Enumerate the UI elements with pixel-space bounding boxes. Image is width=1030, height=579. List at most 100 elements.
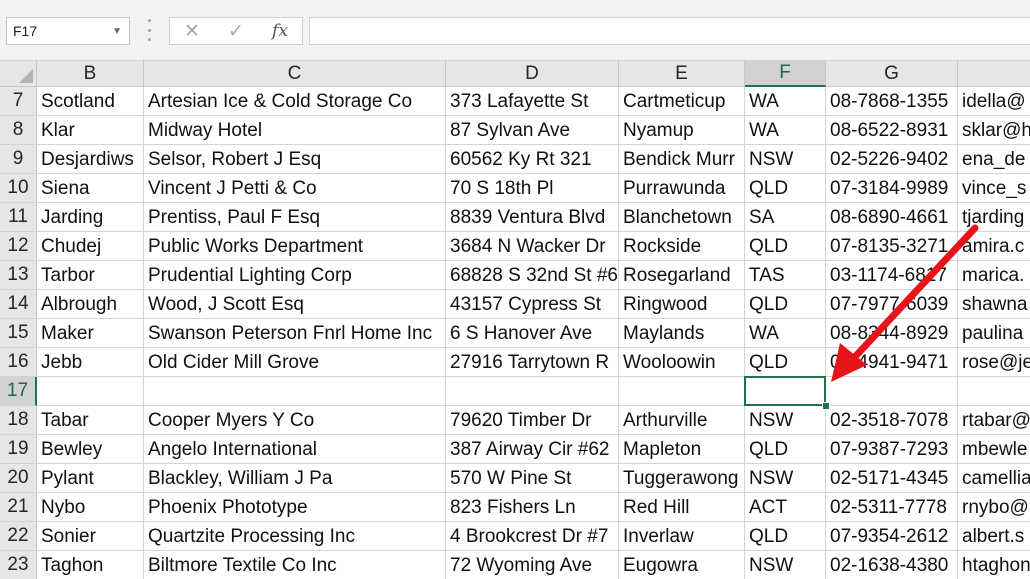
cell-d11[interactable]: 8839 Ventura Blvd [446,203,619,232]
row-header-16[interactable]: 16 [0,348,37,377]
cell-e20[interactable]: Tuggerawong [619,464,745,493]
cell-c11[interactable]: Prentiss, Paul F Esq [144,203,446,232]
cell-f23[interactable]: NSW [745,551,826,579]
cell-e13[interactable]: Rosegarland [619,261,745,290]
row-header-8[interactable]: 8 [0,116,37,145]
cell-e11[interactable]: Blanchetown [619,203,745,232]
cell-h12[interactable]: amira.c [958,232,1030,261]
cell-d22[interactable]: 4 Brookcrest Dr #7 [446,522,619,551]
cell-g8[interactable]: 08-6522-8931 [826,116,958,145]
cell-g16[interactable]: 07-4941-9471 [826,348,958,377]
row-header-22[interactable]: 22 [0,522,37,551]
cell-e12[interactable]: Rockside [619,232,745,261]
name-box[interactable]: F17 ▼ [6,17,130,45]
cell-f21[interactable]: ACT [745,493,826,522]
cell-c15[interactable]: Swanson Peterson Fnrl Home Inc [144,319,446,348]
grip-icon[interactable] [146,19,152,41]
cell-g21[interactable]: 02-5311-7778 [826,493,958,522]
row-header-14[interactable]: 14 [0,290,37,319]
cell-b11[interactable]: Jarding [37,203,144,232]
cell-f8[interactable]: WA [745,116,826,145]
cell-h10[interactable]: vince_s [958,174,1030,203]
cell-g11[interactable]: 08-6890-4661 [826,203,958,232]
cell-h11[interactable]: tjarding [958,203,1030,232]
cell-g7[interactable]: 08-7868-1355 [826,87,958,116]
cell-b12[interactable]: Chudej [37,232,144,261]
cell-c16[interactable]: Old Cider Mill Grove [144,348,446,377]
check-icon[interactable]: ✓ [216,18,256,44]
cell-h18[interactable]: rtabar@ [958,406,1030,435]
cell-b21[interactable]: Nybo [37,493,144,522]
cell-b19[interactable]: Bewley [37,435,144,464]
chevron-down-icon[interactable]: ▼ [112,26,122,37]
cell-d14[interactable]: 43157 Cypress St [446,290,619,319]
row-header-21[interactable]: 21 [0,493,37,522]
cell-g14[interactable]: 07-7977-6039 [826,290,958,319]
cell-h7[interactable]: idella@ [958,87,1030,116]
cell-d12[interactable]: 3684 N Wacker Dr [446,232,619,261]
cell-f22[interactable]: QLD [745,522,826,551]
cell-d21[interactable]: 823 Fishers Ln [446,493,619,522]
cancel-icon[interactable]: ✕ [172,18,212,44]
column-header-d[interactable]: D [446,60,619,87]
cell-d7[interactable]: 373 Lafayette St [446,87,619,116]
select-all-corner[interactable] [0,60,37,87]
cell-d9[interactable]: 60562 Ky Rt 321 [446,145,619,174]
cell-c9[interactable]: Selsor, Robert J Esq [144,145,446,174]
cell-e8[interactable]: Nyamup [619,116,745,145]
cell-h9[interactable]: ena_de [958,145,1030,174]
row-header-20[interactable]: 20 [0,464,37,493]
cell-f7[interactable]: WA [745,87,826,116]
column-header-e[interactable]: E [619,60,745,87]
cell-c17[interactable] [144,377,446,406]
cell-h20[interactable]: camellia [958,464,1030,493]
cell-h13[interactable]: marica. [958,261,1030,290]
row-header-10[interactable]: 10 [0,174,37,203]
row-header-13[interactable]: 13 [0,261,37,290]
cell-b7[interactable]: Scotland [37,87,144,116]
row-header-9[interactable]: 9 [0,145,37,174]
cell-d10[interactable]: 70 S 18th Pl [446,174,619,203]
cell-c19[interactable]: Angelo International [144,435,446,464]
row-header-19[interactable]: 19 [0,435,37,464]
cell-b20[interactable]: Pylant [37,464,144,493]
cell-c13[interactable]: Prudential Lighting Corp [144,261,446,290]
cell-d16[interactable]: 27916 Tarrytown R [446,348,619,377]
cell-b16[interactable]: Jebb [37,348,144,377]
select-all-triangle-icon[interactable] [19,69,33,83]
cell-b14[interactable]: Albrough [37,290,144,319]
cell-h17[interactable] [958,377,1030,406]
cell-c18[interactable]: Cooper Myers Y Co [144,406,446,435]
cell-c14[interactable]: Wood, J Scott Esq [144,290,446,319]
cell-h14[interactable]: shawna [958,290,1030,319]
row-header-11[interactable]: 11 [0,203,37,232]
cell-h16[interactable]: rose@je [958,348,1030,377]
cell-e14[interactable]: Ringwood [619,290,745,319]
column-header-g[interactable]: G [826,60,958,87]
cell-g12[interactable]: 07-8135-3271 [826,232,958,261]
cell-f11[interactable]: SA [745,203,826,232]
cell-e16[interactable]: Wooloowin [619,348,745,377]
cell-f9[interactable]: NSW [745,145,826,174]
cell-g15[interactable]: 08-8344-8929 [826,319,958,348]
cell-e10[interactable]: Purrawunda [619,174,745,203]
cell-g19[interactable]: 07-9387-7293 [826,435,958,464]
cell-e18[interactable]: Arthurville [619,406,745,435]
cell-h23[interactable]: htaghon [958,551,1030,579]
cell-d17[interactable] [446,377,619,406]
cell-b13[interactable]: Tarbor [37,261,144,290]
cell-g18[interactable]: 02-3518-7078 [826,406,958,435]
cell-c21[interactable]: Phoenix Phototype [144,493,446,522]
cell-e19[interactable]: Mapleton [619,435,745,464]
cell-e7[interactable]: Cartmeticup [619,87,745,116]
cell-f16[interactable]: QLD [745,348,826,377]
cell-g17[interactable] [826,377,958,406]
cell-c10[interactable]: Vincent J Petti & Co [144,174,446,203]
cell-g22[interactable]: 07-9354-2612 [826,522,958,551]
cell-b9[interactable]: Desjardiws [37,145,144,174]
insert-function-button[interactable]: fx [260,18,300,44]
cell-b23[interactable]: Taghon [37,551,144,579]
column-header-f[interactable]: F [745,60,826,87]
cell-e17[interactable] [619,377,745,406]
cell-h19[interactable]: mbewle [958,435,1030,464]
